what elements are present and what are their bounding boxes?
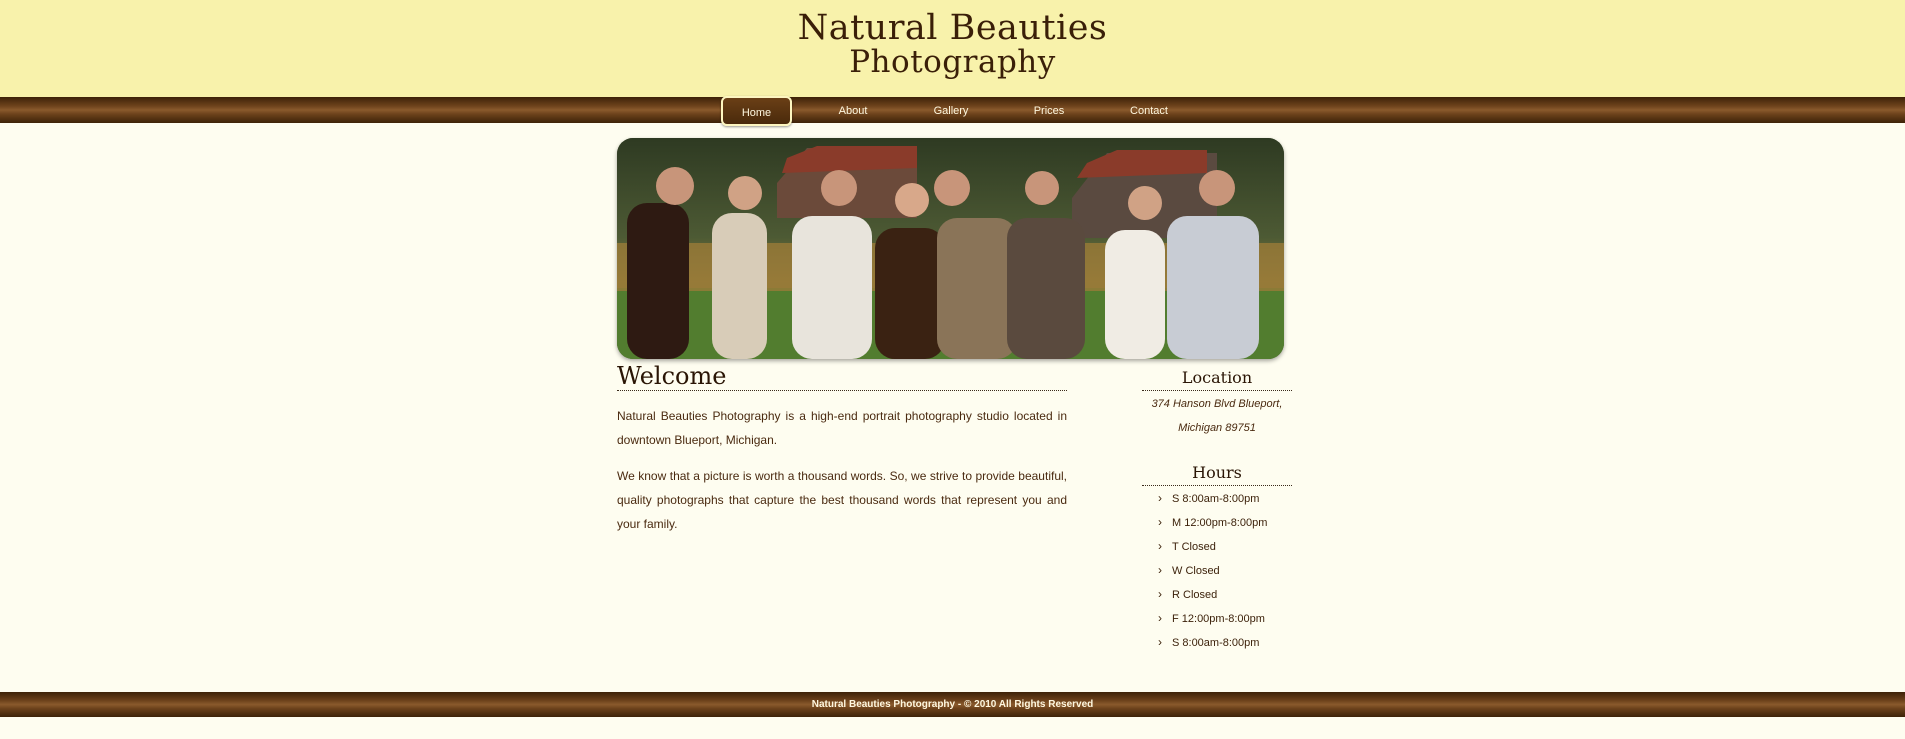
hours-text: T Closed <box>1172 541 1216 553</box>
hours-item: › T Closed <box>1158 534 1267 558</box>
chevron-right-icon: › <box>1158 635 1162 649</box>
hours-text: S 8:00am-8:00pm <box>1172 493 1260 505</box>
hours-heading: Hours <box>1192 463 1242 482</box>
hours-item: › M 12:00pm-8:00pm <box>1158 510 1267 534</box>
nav-home-link[interactable]: Home <box>721 96 792 126</box>
hours-item: › F 12:00pm-8:00pm <box>1158 606 1267 630</box>
hours-text: F 12:00pm-8:00pm <box>1172 613 1265 625</box>
heading-divider <box>617 390 1067 391</box>
hours-list: › S 8:00am-8:00pm › M 12:00pm-8:00pm › T Cl… <box>1158 486 1267 654</box>
mission-paragraph: We know that a picture is worth a thousa… <box>617 469 1067 531</box>
address-line2: Michigan 89751 <box>1178 422 1256 434</box>
intro-paragraph: Natural Beauties Photography is a high-e… <box>617 409 1067 447</box>
chevron-right-icon: › <box>1158 563 1162 577</box>
hours-text: M 12:00pm-8:00pm <box>1172 517 1268 529</box>
nav-gallery-link[interactable]: Gallery <box>916 96 986 126</box>
chevron-right-icon: › <box>1158 587 1162 601</box>
hours-text: S 8:00am-8:00pm <box>1172 637 1260 649</box>
location-heading: Location <box>1181 368 1253 387</box>
chevron-right-icon: › <box>1158 515 1162 529</box>
site-logo-line2[interactable]: Photography <box>0 44 1905 80</box>
welcome-heading: Welcome <box>617 362 727 390</box>
site-logo-line1[interactable]: Natural Beauties <box>0 8 1905 48</box>
nav-contact-link[interactable]: Contact <box>1114 96 1184 126</box>
hours-item: › W Closed <box>1158 558 1267 582</box>
nav-about-link[interactable]: About <box>818 96 888 126</box>
hours-item: › S 8:00am-8:00pm <box>1158 630 1267 654</box>
hours-item: › S 8:00am-8:00pm <box>1158 486 1267 510</box>
chevron-right-icon: › <box>1158 491 1162 505</box>
hours-item: › R Closed <box>1158 582 1267 606</box>
chevron-right-icon: › <box>1158 539 1162 553</box>
address-line1: 374 Hanson Blvd Blueport, <box>1151 398 1283 410</box>
site-footer: Natural Beauties Photography - © 2010 Al… <box>0 692 1905 717</box>
hours-text: W Closed <box>1172 565 1220 577</box>
location-divider <box>1142 390 1292 391</box>
hours-text: R Closed <box>1172 589 1218 601</box>
chevron-right-icon: › <box>1158 611 1162 625</box>
hero-family-photo <box>617 138 1284 359</box>
nav-prices-link[interactable]: Prices <box>1014 96 1084 126</box>
